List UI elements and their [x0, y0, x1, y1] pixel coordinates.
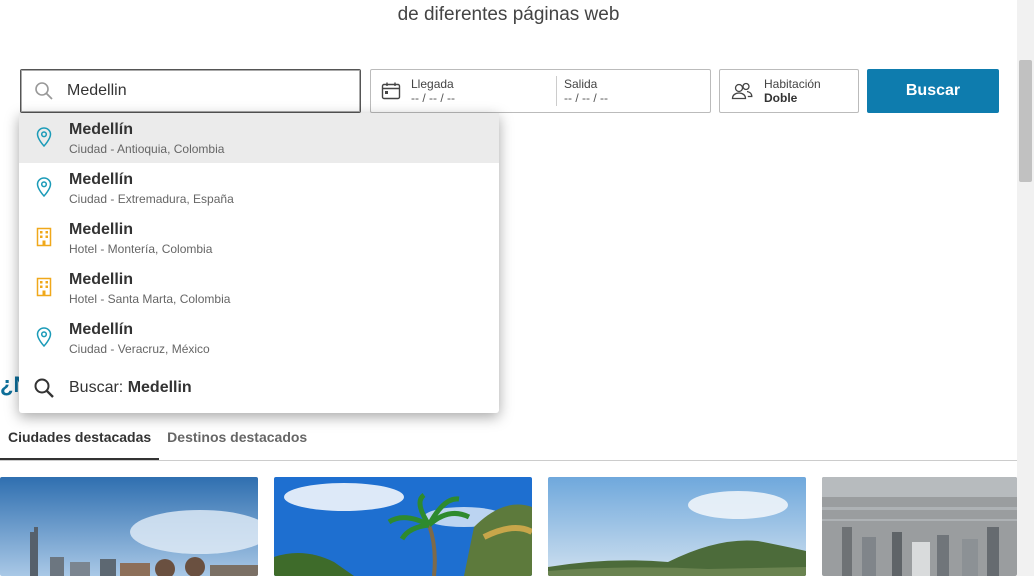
suggestion-item[interactable]: Medellín Ciudad - Veracruz, México	[19, 313, 499, 363]
suggestion-name: Medellín	[69, 321, 134, 338]
destination-search-input[interactable]	[67, 82, 347, 100]
beach-palm-image	[274, 477, 532, 576]
hotel-building-icon	[19, 222, 69, 247]
suggestion-item[interactable]: Medellín Ciudad - Antioquia, Colombia	[19, 113, 499, 163]
location-pin-icon	[19, 122, 69, 147]
suggestion-detail: Ciudad - Antioquia, Colombia	[69, 142, 225, 156]
search-all-query: Medellin	[127, 379, 192, 396]
search-icon	[19, 377, 69, 399]
suggestion-name: Medellin	[69, 221, 134, 238]
scrollbar-thumb[interactable]	[1019, 60, 1032, 182]
room-selector[interactable]: Habitación Doble	[719, 69, 859, 113]
suggestion-name: Medellín	[69, 121, 134, 138]
location-pin-icon	[19, 322, 69, 347]
city-card[interactable]	[274, 477, 532, 576]
suggestion-item[interactable]: Medellin Hotel - Montería, Colombia	[19, 213, 499, 263]
hotel-building-icon	[19, 272, 69, 297]
tab-destinos-destacados[interactable]: Destinos destacados	[159, 420, 315, 460]
search-all-prefix: Buscar:	[69, 379, 128, 396]
arrival-value: -- / -- / --	[411, 91, 455, 105]
suggestion-item[interactable]: Medellin Hotel - Santa Marta, Colombia	[19, 263, 499, 313]
departure-value: -- / -- / --	[564, 91, 608, 105]
dates-selector[interactable]: Llegada -- / -- / -- Salida -- / -- / --	[370, 69, 711, 113]
search-button[interactable]: Buscar	[867, 69, 999, 113]
departure-label: Salida	[564, 77, 598, 91]
mountain-landscape-image	[548, 477, 806, 576]
suggestion-name: Medellin	[69, 271, 134, 288]
destination-search-field[interactable]	[20, 69, 361, 113]
tab-ciudades-destacadas[interactable]: Ciudades destacadas	[0, 420, 160, 460]
city-card[interactable]	[822, 477, 1017, 576]
suggestion-detail: Ciudad - Veracruz, México	[69, 342, 210, 356]
city-card[interactable]	[548, 477, 806, 576]
arrival-date-field[interactable]: Llegada -- / -- / --	[411, 76, 557, 106]
search-icon	[21, 81, 67, 101]
room-label: Habitación	[764, 77, 821, 91]
departure-date-field[interactable]: Salida -- / -- / --	[557, 76, 608, 106]
city-skyline-image	[0, 477, 258, 576]
suggestion-detail: Hotel - Santa Marta, Colombia	[69, 292, 231, 306]
suggestion-name: Medellín	[69, 171, 134, 188]
suggestion-item[interactable]: Medellín Ciudad - Extremadura, España	[19, 163, 499, 213]
calendar-icon	[371, 82, 411, 100]
suggestion-detail: Ciudad - Extremadura, España	[69, 192, 234, 206]
search-all-suggestion[interactable]: Buscar: Medellin	[19, 363, 499, 413]
city-aerial-image	[822, 477, 1017, 576]
city-card[interactable]	[0, 477, 258, 576]
location-pin-icon	[19, 172, 69, 197]
room-value: Doble	[764, 91, 798, 105]
page-subtitle: de diferentes páginas web	[397, 4, 620, 25]
destination-tabs: Ciudades destacadas Destinos destacados	[0, 420, 1017, 461]
page-scrollbar[interactable]	[1017, 0, 1034, 576]
guests-icon	[720, 82, 764, 100]
autocomplete-dropdown: Medellín Ciudad - Antioquia, Colombia Me…	[19, 113, 499, 413]
arrival-label: Llegada	[411, 77, 454, 91]
suggestion-detail: Hotel - Montería, Colombia	[69, 242, 213, 256]
